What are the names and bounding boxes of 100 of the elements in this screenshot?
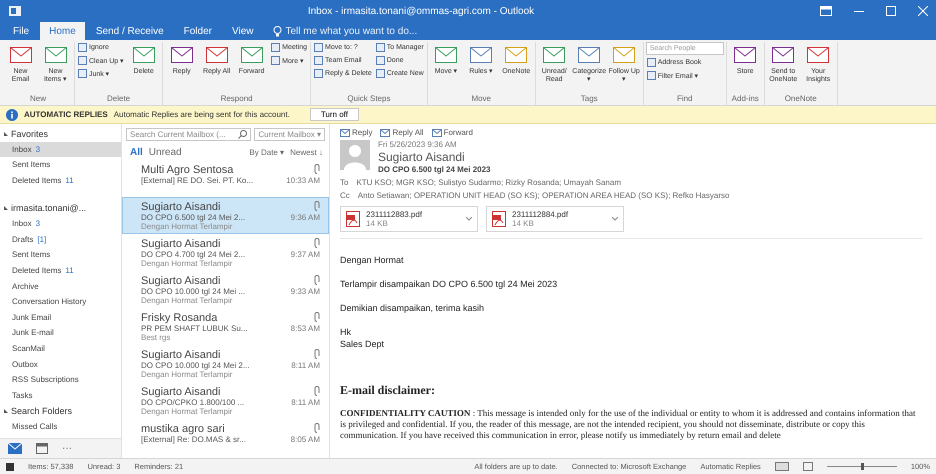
action-button[interactable]: Reply All — [380, 128, 424, 137]
envelope-icon — [432, 128, 442, 136]
filter-tab[interactable]: All — [130, 147, 143, 158]
mail-icon[interactable] — [8, 443, 22, 454]
ribbon-tab[interactable]: Home — [40, 22, 85, 40]
folder-group-header[interactable]: irmasita.tonani@... — [11, 203, 86, 214]
folder-item[interactable]: Sent Items — [0, 157, 121, 173]
folder-item[interactable]: Inbox 3 — [0, 216, 121, 232]
group-label: Move — [470, 94, 492, 105]
close-icon[interactable] — [918, 6, 928, 16]
attachment-size: 14 KB — [512, 219, 535, 228]
body-paragraph: Terlampir disampaikan DO CPO 6.500 tgl 24 Mei 2023 — [340, 279, 558, 289]
attachment-item[interactable]: 2311112884.pdf 14 KB — [486, 206, 624, 232]
folder-group-header[interactable]: Favorites — [11, 128, 48, 139]
envelope-icon — [240, 44, 264, 66]
folder-item[interactable]: Inbox 3 — [0, 142, 121, 158]
zoom-slider-thumb[interactable] — [860, 463, 864, 470]
sender-name: Sugiarto Aisandi — [141, 238, 222, 250]
tell-me-field[interactable]: Tell me what you want to do... — [286, 26, 418, 36]
message-item[interactable]: Sugiarto Aisandi DO CPO 4.700 tgl 24 Mei 2... 9:37 AM Dengan Hormat Terlampir — [122, 234, 329, 271]
dropdown-icon[interactable] — [612, 217, 618, 221]
folder-item[interactable]: Outbox — [0, 356, 121, 372]
message-subject: DO CPO/CPKO 1.800/100 ... — [141, 398, 246, 407]
folder-item[interactable]: Junk Email — [0, 310, 121, 326]
status-icon — [6, 462, 14, 470]
message-item[interactable]: Sugiarto Aisandi DO CPO 10.000 tgl 24 Mei 2... 8:11 AM Dengan Hormat Terlampir — [122, 345, 329, 382]
message-subject: DO CPO 4.700 tgl 24 Mei 2... — [141, 250, 246, 259]
sort-dropdown[interactable]: By Date ▾ — [249, 148, 284, 157]
normal-view-icon[interactable] — [774, 462, 789, 471]
search-field[interactable]: Search Current Mailbox (... — [126, 128, 252, 141]
folder-item[interactable]: Drafts [1] — [0, 232, 121, 248]
folder-item[interactable]: Missed Calls — [0, 418, 121, 434]
ribbon-tab[interactable]: Folder — [174, 22, 221, 40]
paperclip-icon — [314, 423, 320, 433]
scope-dropdown[interactable]: Current Mailbox ▾ — [254, 128, 325, 141]
envelope-icon — [612, 44, 636, 66]
envelope-icon — [806, 44, 830, 66]
folder-item[interactable]: Sent Items — [0, 247, 121, 263]
message-item[interactable]: Sugiarto Aisandi DO CPO 6.500 tgl 24 Mei 2... 9:36 AM Dengan Hormat Terlampir — [122, 197, 329, 234]
action-button[interactable]: Forward — [432, 128, 473, 137]
message-preview: Dengan Hormat Terlampir — [141, 407, 234, 416]
action-button[interactable]: Reply — [340, 128, 372, 137]
body-paragraph: Dengan Hormat — [340, 255, 405, 265]
message-subject: DO CPO 10.000 tgl 24 Mei ... — [141, 287, 246, 296]
message-item[interactable]: mustika agro sari [External] Re: DO.MAS & sr... 8:05 AM — [122, 419, 329, 456]
recipient-list: KTU KSO; MGR KSO; Sulistyo Sudarmo; Rizky Rosanda; Umayah Sanam — [356, 178, 621, 187]
message-subject: DO CPO 6.500 tgl 24 Mei 2... — [141, 213, 246, 222]
ribbon-tab[interactable]: View — [223, 22, 262, 40]
filter-tab[interactable]: Unread — [148, 147, 182, 158]
folder-item[interactable]: Deleted Items 11 — [0, 262, 121, 278]
folder-group-header[interactable]: Search Folders — [11, 406, 72, 416]
message-item[interactable]: Sugiarto Aisandi DO CPO 10.000 tgl 24 Mei ... 9:33 AM Dengan Hormat Terlampir — [122, 271, 329, 308]
window-title: Inbox - irmasita.tonani@ommas-agri.com - Outlook — [306, 6, 536, 16]
expand-arrow-icon[interactable] — [4, 132, 8, 136]
group-label: Add-ins — [730, 94, 760, 105]
message-preview: Dengan Hormat Terlampir — [141, 222, 234, 231]
envelope-icon — [469, 44, 494, 66]
search-icon — [238, 130, 248, 139]
sent-date: Fri 5/26/2023 9:36 AM — [378, 140, 458, 149]
paperclip-icon — [314, 312, 320, 322]
folder-item[interactable]: Archive — [0, 278, 121, 294]
more-button[interactable]: ··· — [62, 443, 72, 454]
attachment-item[interactable]: 2311112883.pdf 14 KB — [340, 206, 478, 232]
envelope-icon — [204, 44, 229, 66]
order-toggle[interactable]: Newest ↓ — [290, 148, 323, 157]
ribbon-tab[interactable]: Send / Receive — [86, 22, 173, 40]
maximize-icon[interactable] — [886, 6, 896, 16]
folder-item[interactable]: RSS Subscriptions — [0, 372, 121, 388]
avatar-icon — [340, 140, 370, 170]
pdf-icon — [346, 211, 360, 227]
message-item[interactable]: Frisky Rosanda PR PEM SHAFT LUBUK Su... 8:53 AM Best rgs — [122, 308, 329, 345]
body-paragraph: Demikian disampaikan, terima kasih — [340, 303, 486, 313]
envelope-icon — [132, 44, 156, 66]
message-preview: Dengan Hormat Terlampir — [141, 296, 234, 305]
paperclip-icon — [314, 386, 320, 396]
dropdown-icon[interactable] — [466, 217, 472, 221]
reading-view-icon[interactable] — [802, 462, 813, 471]
folder-item[interactable]: ScanMail — [0, 340, 121, 356]
folder-item[interactable]: Deleted Items 11 — [0, 172, 121, 188]
attachment-name: 2311112884.pdf — [512, 210, 570, 219]
expand-arrow-icon[interactable] — [4, 408, 8, 413]
message-time: 9:36 AM — [290, 213, 320, 222]
folder-item[interactable]: Tasks — [0, 388, 121, 404]
expand-arrow-icon[interactable] — [4, 206, 8, 210]
ribbon-tab[interactable]: File — [4, 22, 38, 40]
sender-name: Sugiarto Aisandi — [141, 386, 222, 398]
calendar-icon[interactable] — [36, 443, 48, 454]
message-preview: Dengan Hormat Terlampir — [141, 259, 234, 268]
message-time: 10:33 AM — [286, 176, 320, 185]
folder-item[interactable]: Conversation History — [0, 294, 121, 310]
recipient-label: Cc — [340, 191, 350, 200]
turn-off-button[interactable]: Turn off — [310, 108, 359, 121]
info-message: Automatic Replies are being sent for this account. — [114, 110, 290, 119]
sender-name: mustika agro sari — [141, 423, 226, 435]
message-item[interactable]: Multi Agro Sentosa [External] RE DO. Sei. PT. Ko... 10:33 AM — [122, 160, 329, 197]
folder-item[interactable]: Junk E-mail — [0, 325, 121, 341]
message-time: 9:33 AM — [290, 287, 320, 296]
sender-name: Sugiarto Aisandi — [378, 150, 466, 164]
message-item[interactable]: Sugiarto Aisandi DO CPO/CPKO 1.800/100 ... 8:11 AM Dengan Hormat Terlampir — [122, 382, 329, 419]
ribbon-display-icon[interactable] — [820, 6, 832, 16]
